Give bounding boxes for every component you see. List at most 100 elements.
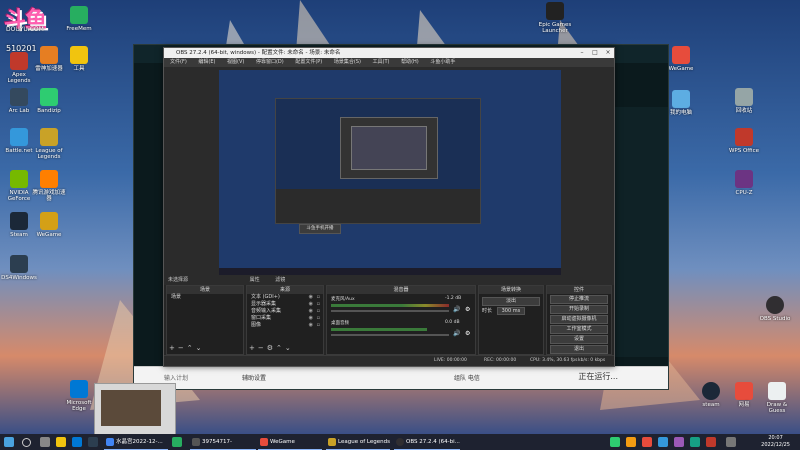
mixer-channel-name: 桌面音频: [331, 321, 349, 326]
desktop-icon-edge[interactable]: Microsoft Edge: [60, 380, 98, 412]
no-source-label: 未选择源: [168, 277, 189, 283]
speaker-icon[interactable]: 🔊: [453, 330, 460, 337]
edge-icon[interactable]: [72, 437, 82, 447]
gear-icon[interactable]: ⚙: [465, 330, 470, 337]
menu-tools[interactable]: 工具(T): [373, 59, 390, 65]
tray-wechat-icon[interactable]: [610, 437, 620, 447]
visibility-icon[interactable]: ◉: [309, 308, 313, 315]
preview-nested-window: [340, 117, 438, 179]
transition-duration-input[interactable]: 300 ms: [496, 307, 526, 315]
start-recording-button[interactable]: 开始录制: [550, 305, 608, 314]
desktop-icon-wegame-left[interactable]: WeGame: [30, 212, 68, 238]
menu-scene-collection[interactable]: 场景集合(S): [334, 59, 361, 65]
minimize-icon[interactable]: –: [576, 48, 588, 58]
clock-time: 20:07: [768, 435, 783, 441]
close-icon[interactable]: ×: [602, 48, 614, 58]
source-item[interactable]: 窗口采集 ◉ ▫: [247, 315, 323, 322]
volume-slider[interactable]: [331, 334, 449, 336]
menu-view[interactable]: 视图(V): [227, 59, 244, 65]
obs-source-toolbar: 未选择源 属性 滤镜: [164, 275, 614, 285]
source-item[interactable]: 文本 (GDI+) ◉ ▫: [247, 294, 323, 301]
tray-app-icon[interactable]: [674, 437, 684, 447]
obs-title-bar[interactable]: OBS 27.2.4 (64-bit, windows) - 配置文件: 未命名…: [164, 48, 614, 58]
source-item[interactable]: 音频输入采集 ◉ ▫: [247, 308, 323, 315]
visibility-icon[interactable]: ◉: [309, 294, 313, 301]
source-item[interactable]: 显示器采集 ◉ ▫: [247, 301, 323, 308]
obs-window[interactable]: OBS 27.2.4 (64-bit, windows) - 配置文件: 未命名…: [163, 47, 615, 367]
taskbar-app-player[interactable]: 39754717-myhou...: [190, 434, 256, 461]
taskbar-app-league[interactable]: League of Legends: [326, 434, 390, 450]
desktop-icon-bandizip[interactable]: Bandizip: [30, 88, 68, 114]
league-helper-settings[interactable]: 辅助设置: [242, 373, 266, 382]
app-icon[interactable]: [172, 437, 182, 447]
desktop-icon-ds4[interactable]: DS4Windows: [0, 255, 38, 281]
tray-app-icon[interactable]: [658, 437, 668, 447]
speaker-icon[interactable]: 🔊: [453, 306, 460, 313]
taskbar-app-obs[interactable]: OBS 27.2.4 (64-bi...: [394, 434, 460, 450]
visibility-icon[interactable]: ◉: [309, 301, 313, 308]
task-view-icon[interactable]: [40, 437, 50, 447]
exit-button[interactable]: 退出: [550, 345, 608, 354]
desktop-icon-cpuz[interactable]: CPU-Z: [725, 170, 763, 196]
tray-qq-icon[interactable]: [626, 437, 636, 447]
desktop-icon-tools[interactable]: 工具: [60, 46, 98, 72]
settings-button[interactable]: 设置: [550, 335, 608, 344]
menu-profile[interactable]: 配置文件(P): [295, 59, 322, 65]
transition-type-select[interactable]: 淡出: [482, 297, 540, 306]
menu-edit[interactable]: 编辑(E): [198, 59, 215, 65]
desktop-icon-wps[interactable]: WPS Office: [725, 128, 763, 154]
taskbar-app-chrome[interactable]: 水晶宫2022-12-...: [104, 434, 168, 450]
desktop-icon-obs[interactable]: OBS Studio: [756, 296, 794, 322]
properties-button[interactable]: 属性: [250, 277, 260, 283]
tray-app-icon[interactable]: [642, 437, 652, 447]
store-icon[interactable]: [88, 437, 98, 447]
network-icon[interactable]: [726, 437, 736, 447]
volume-slider[interactable]: [331, 310, 449, 312]
desktop-icon-recycle[interactable]: 回收站: [725, 88, 763, 114]
lock-icon[interactable]: ▫: [317, 315, 320, 322]
studio-mode-button[interactable]: 工作室模式: [550, 325, 608, 334]
maximize-icon[interactable]: □: [589, 48, 601, 58]
epic-games-icon: [546, 2, 564, 20]
menu-help[interactable]: 帮助(H): [401, 59, 419, 65]
menu-docks[interactable]: 停靠窗口(D): [256, 59, 284, 65]
menu-douyu-helper[interactable]: 斗鱼小助手: [430, 59, 455, 65]
visibility-icon[interactable]: ◉: [309, 315, 313, 322]
preview-nested-screen: [275, 98, 481, 224]
tray-app-icon[interactable]: [690, 437, 700, 447]
desktop-icon-lol[interactable]: League of Legends: [30, 128, 68, 160]
menu-file[interactable]: 文件(F): [170, 59, 187, 65]
bitrate: kb/s: 0 kbps: [578, 358, 606, 363]
scene-item[interactable]: 场景: [167, 294, 243, 301]
desktop-icon-drawguess[interactable]: Draw & Guess: [758, 382, 796, 414]
recycle-bin-icon: [735, 88, 753, 106]
mixer-channel-db: 0.0 dB: [445, 320, 460, 325]
gear-icon[interactable]: ⚙: [465, 306, 470, 313]
wegame-icon: [672, 46, 690, 64]
search-icon[interactable]: [22, 438, 31, 447]
taskbar-app-wegame[interactable]: WeGame: [258, 434, 322, 450]
obs-preview[interactable]: 斗鱼手机开播: [219, 70, 561, 275]
scenes-toolbar[interactable]: +−⌃⌄: [169, 344, 204, 352]
lock-icon[interactable]: ▫: [317, 322, 320, 329]
league-chat-input[interactable]: 输入计划: [164, 373, 188, 382]
visibility-icon[interactable]: ◉: [309, 322, 313, 329]
virtual-camera-button[interactable]: 启动虚拟摄像机: [550, 315, 608, 324]
wegame-icon: [40, 212, 58, 230]
file-explorer-icon[interactable]: [56, 437, 66, 447]
start-icon[interactable]: [4, 437, 14, 447]
lock-icon[interactable]: ▫: [317, 301, 320, 308]
lock-icon[interactable]: ▫: [317, 308, 320, 315]
stop-streaming-button[interactable]: 停止推流: [550, 295, 608, 304]
sources-toolbar[interactable]: +−⚙⌃⌄: [249, 344, 294, 352]
filters-button[interactable]: 滤镜: [275, 277, 285, 283]
taskbar-thumbnail-preview[interactable]: [94, 383, 176, 435]
sources-dock-title: 来源: [247, 286, 323, 294]
desktop-icon-tencent-acc[interactable]: 腾讯游戏加速器: [30, 170, 68, 202]
lock-icon[interactable]: ▫: [317, 294, 320, 301]
clock[interactable]: 20:07 2022/12/25: [761, 435, 790, 449]
desktop-icon-freemem[interactable]: FreeMem: [60, 6, 98, 32]
tray-app-icon[interactable]: [706, 437, 716, 447]
source-item[interactable]: 图像 ◉ ▫: [247, 322, 323, 329]
desktop-icon-epic[interactable]: Epic Games Launcher: [536, 2, 574, 34]
